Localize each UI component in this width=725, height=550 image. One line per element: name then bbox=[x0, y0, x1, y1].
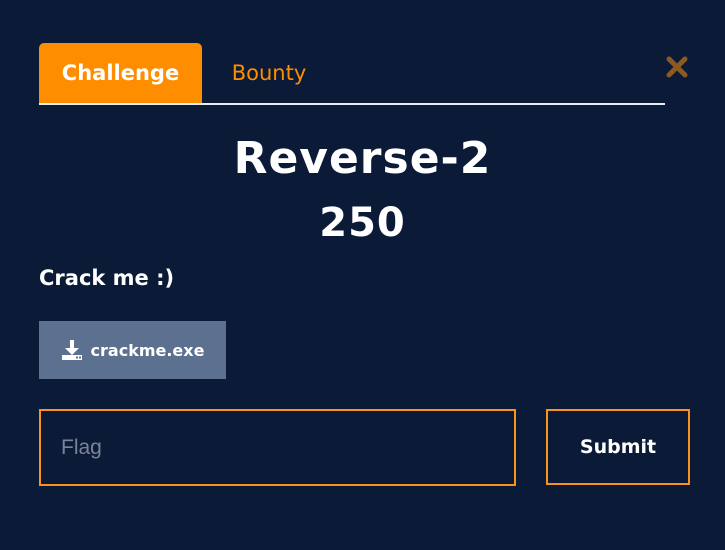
challenge-points: 250 bbox=[319, 200, 406, 246]
tab-bar: Challenge Bounty bbox=[39, 43, 665, 105]
challenge-title: Reverse-2 bbox=[233, 133, 492, 184]
tab-challenge[interactable]: Challenge bbox=[39, 43, 202, 103]
flag-input[interactable] bbox=[39, 409, 516, 486]
challenge-modal: Challenge Bounty Reverse-2 250 Crack me … bbox=[0, 0, 725, 550]
challenge-description: Crack me :) bbox=[39, 266, 175, 290]
close-icon[interactable] bbox=[666, 56, 688, 78]
download-icon bbox=[61, 339, 83, 361]
file-name: crackme.exe bbox=[90, 340, 205, 360]
submit-button[interactable]: Submit bbox=[546, 409, 690, 485]
file-download-button[interactable]: crackme.exe bbox=[39, 321, 226, 379]
tab-bounty[interactable]: Bounty bbox=[202, 43, 336, 103]
